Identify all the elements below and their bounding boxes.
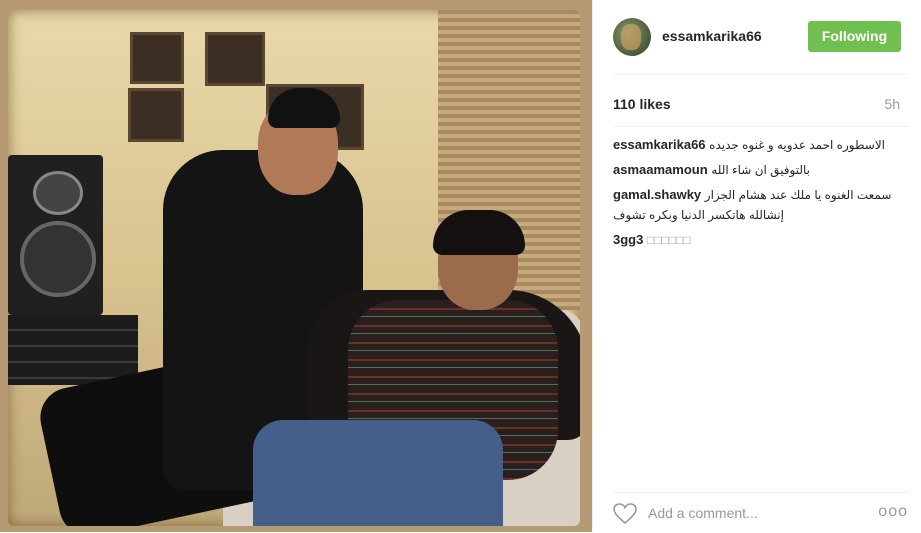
photo-scene: [8, 10, 580, 526]
audio-rack: [8, 315, 138, 385]
comment: 3gg3 □□□□□□: [613, 230, 908, 250]
comment-footer: Add a comment... ooo: [613, 492, 908, 533]
person-seated-jeans: [253, 420, 503, 526]
more-options-icon[interactable]: ooo: [878, 503, 908, 521]
wall-frame: [130, 32, 184, 84]
comment-text: الاسطوره احمد عدويه و غنوه جديده: [709, 138, 886, 152]
heart-icon[interactable]: [613, 503, 637, 525]
comment-username[interactable]: gamal.shawky: [613, 187, 701, 202]
comment: gamal.shawky سمعت الغنوه يا ملك عند هشام…: [613, 185, 908, 225]
comment: asmaamamoun بالتوفيق ان شاء الله: [613, 160, 908, 180]
comment-username[interactable]: asmaamamoun: [613, 162, 708, 177]
post-header: essamkarika66 Following: [613, 0, 908, 75]
post-side-panel: essamkarika66 Following 110 likes 5h ess…: [592, 0, 921, 532]
comment: essamkarika66 الاسطوره احمد عدويه و غنوه…: [613, 135, 908, 155]
speaker-tweeter: [33, 171, 83, 215]
speaker-woofer: [20, 221, 96, 297]
post-photo[interactable]: [0, 0, 592, 532]
wall-frame: [205, 32, 265, 86]
add-comment-input[interactable]: Add a comment...: [648, 505, 758, 521]
comment-username[interactable]: essamkarika66: [613, 137, 706, 152]
comment-list: essamkarika66 الاسطوره احمد عدويه و غنوه…: [613, 126, 908, 255]
likes-count[interactable]: 110 likes: [613, 96, 671, 112]
comment-text: بالتوفيق ان شاء الله: [711, 163, 811, 177]
comment-username[interactable]: 3gg3: [613, 232, 643, 247]
person-seated-hair: [433, 210, 525, 255]
post-username[interactable]: essamkarika66: [662, 28, 762, 44]
wall-frame: [128, 88, 184, 142]
speaker: [8, 155, 103, 315]
following-button[interactable]: Following: [808, 21, 901, 52]
comment-text: □□□□□□: [646, 233, 691, 247]
avatar[interactable]: [613, 18, 651, 56]
post-timestamp[interactable]: 5h: [884, 96, 900, 112]
